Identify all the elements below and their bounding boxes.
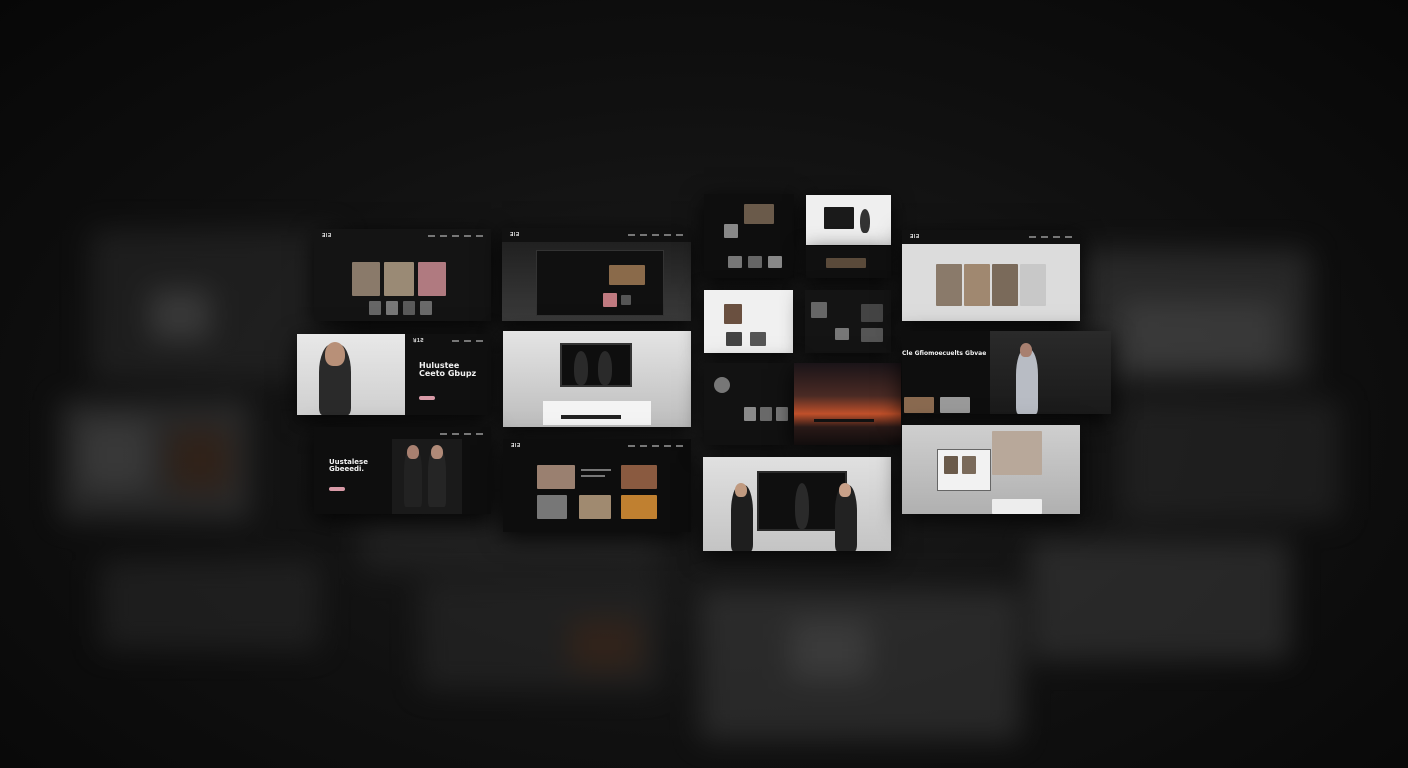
screen-small-dark-4[interactable] xyxy=(704,363,794,445)
image-thumb[interactable] xyxy=(621,295,631,305)
image-thumb[interactable] xyxy=(936,264,962,306)
image-thumb[interactable] xyxy=(904,397,934,413)
brand-logo: ꓤ1Ƨ xyxy=(413,338,425,344)
image-thumb[interactable] xyxy=(748,256,762,268)
cta-button[interactable] xyxy=(329,487,345,491)
image-thumb[interactable] xyxy=(776,407,788,421)
image-thumb[interactable] xyxy=(621,465,657,489)
nav-links[interactable] xyxy=(628,445,683,447)
screen-hero-portrait[interactable]: ꓤ1Ƨ Hulustee Ceeto Gbupz xyxy=(297,334,491,415)
image-thumb[interactable] xyxy=(418,262,446,296)
image-thumb[interactable] xyxy=(609,265,645,285)
image-thumb[interactable] xyxy=(962,456,976,474)
image-thumb[interactable] xyxy=(579,495,611,519)
screen-small-light-2[interactable] xyxy=(704,290,793,353)
image-thumb[interactable] xyxy=(403,301,415,315)
image-thumb[interactable] xyxy=(768,256,782,268)
hero-photo xyxy=(990,331,1111,414)
cta-button[interactable] xyxy=(419,396,435,400)
hero-photo xyxy=(297,334,405,415)
navbar: ƎƖƎ xyxy=(902,230,1080,244)
image-thumb[interactable] xyxy=(861,304,883,322)
image-thumb[interactable] xyxy=(826,258,866,268)
image-thumb[interactable] xyxy=(537,495,567,519)
image-thumb[interactable] xyxy=(835,328,849,340)
screen-gallery-dark[interactable]: ƎƖƎ xyxy=(314,229,491,321)
image-thumb[interactable] xyxy=(940,397,970,413)
nav-links[interactable] xyxy=(452,340,483,342)
screen-small-dark-3[interactable] xyxy=(805,290,891,353)
screen-speaker-hero[interactable]: Cle Gfiomoecuelts Gbvae xyxy=(902,331,1111,414)
monitor xyxy=(560,343,632,387)
text-line xyxy=(581,475,605,477)
image-thumb[interactable] xyxy=(386,301,398,315)
screen-desk-mockup[interactable] xyxy=(503,331,691,427)
image-thumb[interactable] xyxy=(750,332,766,346)
image-thumb[interactable] xyxy=(992,431,1042,475)
nav-links[interactable] xyxy=(1029,236,1072,238)
image-thumb[interactable] xyxy=(420,301,432,315)
hero-photo xyxy=(392,439,462,514)
image-thumb[interactable] xyxy=(744,407,756,421)
image-thumb[interactable] xyxy=(384,262,414,296)
monitor xyxy=(757,471,847,531)
hero-headline: Uustalese Gbeeedi. xyxy=(329,458,368,474)
image-thumb[interactable] xyxy=(861,328,883,342)
brand-logo: ƎƖƎ xyxy=(910,234,920,240)
image-thumb[interactable] xyxy=(944,456,958,474)
collage-canvas: { "screens": { "s1": { "logo": "ƎƖƎ" }, … xyxy=(0,0,1408,768)
screen-app-dark[interactable]: ƎlƎ xyxy=(502,228,691,321)
image-thumb[interactable] xyxy=(352,262,380,296)
screen-presenters[interactable] xyxy=(703,457,891,551)
navbar: ꓤ1Ƨ xyxy=(405,334,491,348)
image-thumb[interactable] xyxy=(811,302,827,318)
keyboard xyxy=(561,415,621,419)
screen-small-dark-1[interactable] xyxy=(704,194,794,278)
nav-links[interactable] xyxy=(628,234,683,236)
brand-logo: ƎƖƎ xyxy=(511,443,521,449)
desk xyxy=(543,401,651,425)
image-thumb[interactable] xyxy=(724,304,742,324)
screen-light-portrait[interactable] xyxy=(902,425,1080,514)
nav-links[interactable] xyxy=(428,235,483,237)
image-thumb[interactable] xyxy=(964,264,990,306)
screen-small-light-1[interactable] xyxy=(806,195,891,245)
brand-logo: ƎƖƎ xyxy=(322,233,332,239)
text-line xyxy=(581,469,611,471)
screen-portfolio-grid[interactable]: ƎƖƎ xyxy=(503,439,691,532)
image-thumb[interactable] xyxy=(1020,264,1046,306)
hero-headline: Hulustee Ceeto Gbupz xyxy=(419,361,477,379)
brand-logo: ƎlƎ xyxy=(510,232,520,238)
navbar: ƎlƎ xyxy=(502,228,691,242)
image-thumb[interactable] xyxy=(992,264,1018,306)
image-thumb[interactable] xyxy=(603,293,617,307)
screen-hero-duo[interactable]: Uustalese Gbeeedi. xyxy=(314,427,491,514)
image-thumb[interactable] xyxy=(537,465,575,489)
image-thumb[interactable] xyxy=(728,256,742,268)
navbar: ƎƖƎ xyxy=(503,439,691,453)
image-thumb[interactable] xyxy=(760,407,772,421)
navbar: ƎƖƎ xyxy=(314,229,491,243)
image-thumb[interactable] xyxy=(724,224,738,238)
nav-links[interactable] xyxy=(440,433,483,435)
image-thumb[interactable] xyxy=(726,332,742,346)
screen-sunset-photo[interactable] xyxy=(794,363,901,445)
app-window xyxy=(536,250,664,316)
device-mockup xyxy=(937,449,991,491)
image-thumb[interactable] xyxy=(621,495,657,519)
image-thumb[interactable] xyxy=(824,207,854,229)
image-thumb[interactable] xyxy=(369,301,381,315)
image-thumb[interactable] xyxy=(744,204,774,224)
screen-small-dark-2[interactable] xyxy=(806,246,891,278)
screen-team-gallery[interactable]: ƎƖƎ xyxy=(902,230,1080,321)
silhouettes xyxy=(814,419,874,422)
hero-headline: Cle Gfiomoecuelts Gbvae xyxy=(902,350,987,357)
image-thumb[interactable] xyxy=(992,499,1042,514)
